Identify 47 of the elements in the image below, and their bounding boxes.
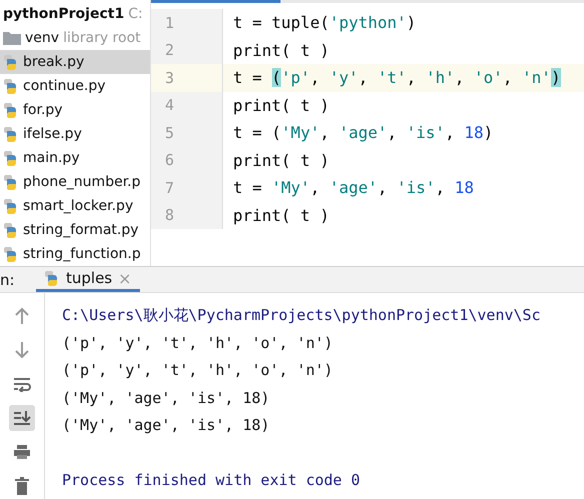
project-name: pythonProject1 bbox=[3, 6, 124, 22]
python-file-icon bbox=[44, 270, 60, 286]
code-line: print( t ) bbox=[233, 96, 330, 115]
scroll-to-end-icon[interactable] bbox=[9, 405, 35, 431]
python-file-icon bbox=[3, 174, 19, 190]
run-label: n: bbox=[0, 270, 16, 288]
folder-icon bbox=[3, 31, 21, 45]
line-number: 5 bbox=[151, 119, 223, 146]
console-line: C:\Users\耿小花\PycharmProjects\pythonProject1\venv\Sc bbox=[62, 305, 542, 326]
line-number: 7 bbox=[151, 174, 223, 202]
file-name[interactable]: smart_locker.py bbox=[23, 198, 134, 214]
file-name[interactable]: main.py bbox=[23, 150, 80, 166]
python-file-icon bbox=[3, 198, 19, 214]
file-name[interactable]: string_format.py bbox=[23, 222, 139, 238]
line-number: 6 bbox=[151, 146, 223, 174]
console-line: Process finished with exit code 0 bbox=[62, 470, 362, 491]
python-file-icon bbox=[3, 126, 19, 142]
code-line: print( t ) bbox=[233, 150, 330, 170]
code-line: print( t ) bbox=[233, 40, 330, 60]
file-name[interactable]: for.py bbox=[23, 102, 63, 118]
project-path: C: bbox=[128, 6, 143, 22]
console-line: ('My', 'age', 'is', 18) bbox=[62, 415, 271, 436]
python-file-icon bbox=[3, 246, 19, 262]
python-file-icon bbox=[3, 150, 19, 166]
folder-name[interactable]: venv bbox=[25, 30, 60, 46]
console-line: ('p', 'y', 't', 'h', 'o', 'n') bbox=[62, 360, 334, 381]
file-name[interactable]: phone_number.p bbox=[23, 174, 141, 190]
python-file-icon bbox=[3, 222, 19, 238]
python-file-icon bbox=[3, 78, 19, 94]
line-number: 4 bbox=[151, 92, 223, 119]
folder-note: library root bbox=[63, 30, 141, 46]
python-file-icon bbox=[3, 102, 19, 118]
code-line: print( t ) bbox=[233, 206, 330, 225]
file-name[interactable]: ifelse.py bbox=[23, 126, 82, 142]
file-name[interactable]: string_function.p bbox=[23, 246, 141, 262]
code-line: t = ('p', 'y', 't', 'h', 'o', 'n') bbox=[233, 68, 561, 88]
line-number: 2 bbox=[151, 36, 223, 64]
python-file-icon bbox=[3, 54, 19, 70]
console-line: ('p', 'y', 't', 'h', 'o', 'n') bbox=[62, 332, 334, 354]
code-line: t = tuple('python') bbox=[233, 13, 416, 32]
file-name[interactable]: continue.py bbox=[23, 78, 106, 94]
line-number: 8 bbox=[151, 202, 223, 229]
console-line: ('My', 'age', 'is', 18) bbox=[62, 388, 271, 408]
run-tab[interactable]: tuples × bbox=[36, 267, 140, 292]
code-line: t = 'My', 'age', 'is', 18 bbox=[233, 178, 474, 198]
line-number: 1 bbox=[151, 9, 223, 36]
code-line: t = ('My', 'age', 'is', 18) bbox=[233, 123, 494, 142]
